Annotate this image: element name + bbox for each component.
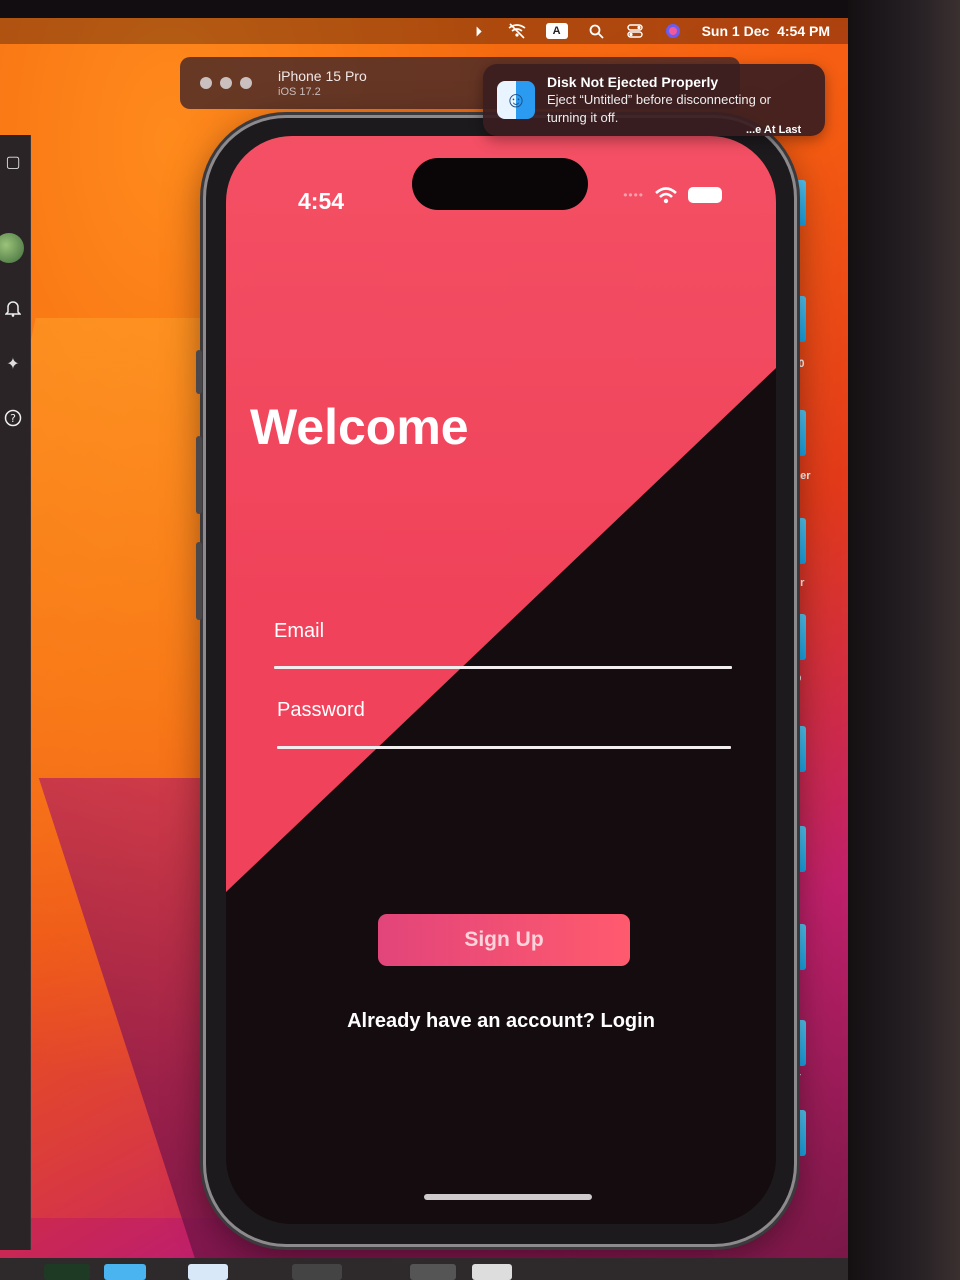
email-underline [274,666,732,669]
dock-app-icon[interactable] [188,1264,228,1280]
notification-body: Eject “Untitled” before disconnecting or… [547,92,772,125]
volume-down-button [196,542,202,620]
sparkle-icon[interactable]: ✦ [0,351,26,377]
play-circle-icon[interactable]: ⏵ [470,22,488,40]
zoom-window-button[interactable] [240,77,252,89]
left-sidebar: ▢ ✦ ? [0,135,31,1250]
accent-gradient-overlay [226,136,776,892]
menubar-time: 4:54 PM [777,23,830,39]
iphone-simulator: 4:54 •••• Welcome Email Password Sign Up… [196,118,794,1244]
sign-up-button[interactable]: Sign Up [378,914,630,966]
control-center-icon[interactable] [626,22,644,40]
input-source-icon[interactable]: A [545,23,568,39]
dock-app-icon[interactable] [410,1264,456,1280]
action-button [196,350,202,394]
welcome-title: Welcome [250,399,469,455]
wifi-off-icon[interactable] [508,22,526,40]
help-icon[interactable]: ? [0,405,26,431]
window-icon[interactable]: ▢ [0,149,26,175]
terminal-app-icon[interactable] [44,1264,90,1280]
dynamic-island [412,158,588,210]
finder-icon: ☺ [497,81,535,119]
siri-icon[interactable] [664,22,682,40]
desktop-file-label: ...e At Last [746,124,802,136]
minimize-window-button[interactable] [220,77,232,89]
simulator-os-version: iOS 17.2 [278,86,321,98]
email-field[interactable]: Email [274,620,324,643]
svg-text:?: ? [10,412,16,425]
home-indicator[interactable] [424,1194,592,1200]
dock-app-icon[interactable] [472,1264,512,1280]
phone-screen: 4:54 •••• Welcome Email Password Sign Up… [226,136,776,1224]
menu-bar: ⏵ A Sun 1 Dec 4:54 PM [0,18,848,44]
status-bar-indicators: •••• [623,186,722,204]
password-underline [277,746,731,749]
avatar[interactable] [0,233,24,263]
monitor-bezel-right [848,0,960,1280]
search-icon[interactable] [588,22,606,40]
monitor-bezel-top [0,0,960,18]
finder-dock-icon[interactable] [104,1264,146,1280]
close-window-button[interactable] [200,77,212,89]
login-link[interactable]: Already have an account? Login [226,1010,776,1033]
menubar-date: Sun 1 Dec [701,23,770,39]
volume-up-button [196,436,202,514]
notification-title: Disk Not Ejected Properly [547,74,719,90]
window-controls [200,77,252,89]
menubar-clock[interactable]: Sun 1 Dec 4:54 PM [702,23,830,39]
simulator-device-name: iPhone 15 Pro [278,68,367,84]
password-field[interactable]: Password [277,699,365,722]
status-bar-time: 4:54 [298,188,345,214]
wifi-icon [655,187,677,204]
dock-app-icon[interactable] [292,1264,342,1280]
signal-icon: •••• [623,188,644,202]
bell-icon[interactable] [0,295,26,321]
battery-icon [688,187,722,203]
